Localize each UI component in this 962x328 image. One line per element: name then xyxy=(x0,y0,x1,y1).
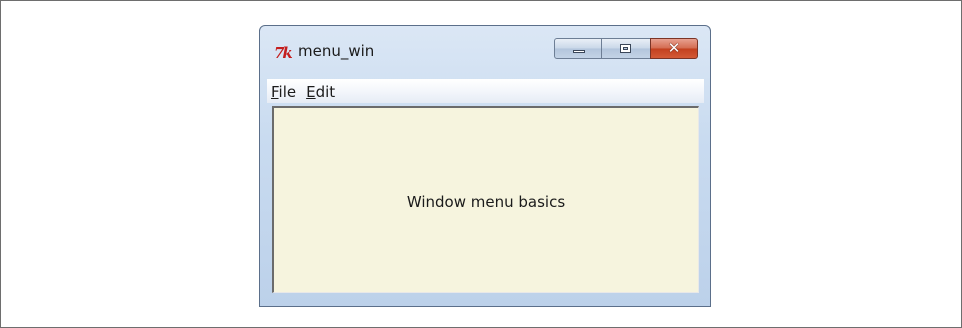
title-bar[interactable]: 7k menu_win ✕ xyxy=(260,26,710,72)
app-window: 7k menu_win ✕ File Edit Window menu basi… xyxy=(259,25,711,307)
close-icon: ✕ xyxy=(667,39,681,57)
menu-file[interactable]: File xyxy=(267,82,301,102)
menu-file-label: ile xyxy=(278,82,297,101)
maximize-icon xyxy=(620,44,631,53)
window-title: menu_win xyxy=(298,42,375,60)
menu-bar: File Edit xyxy=(267,79,704,103)
caption-buttons: ✕ xyxy=(554,38,698,59)
maximize-button[interactable] xyxy=(602,38,650,59)
content-area: Window menu basics xyxy=(272,106,699,293)
tk-logo-icon: 7k xyxy=(274,44,293,62)
minimize-icon xyxy=(573,50,585,53)
content-label: Window menu basics xyxy=(406,193,566,211)
menu-edit-accelerator: E xyxy=(306,82,316,101)
menu-edit[interactable]: Edit xyxy=(301,82,340,102)
menu-edit-label: dit xyxy=(315,82,336,101)
menu-file-accelerator: F xyxy=(271,82,279,101)
close-button[interactable]: ✕ xyxy=(650,38,698,59)
screenshot-frame: 7k menu_win ✕ File Edit Window menu basi… xyxy=(0,0,962,328)
minimize-button[interactable] xyxy=(554,38,602,59)
